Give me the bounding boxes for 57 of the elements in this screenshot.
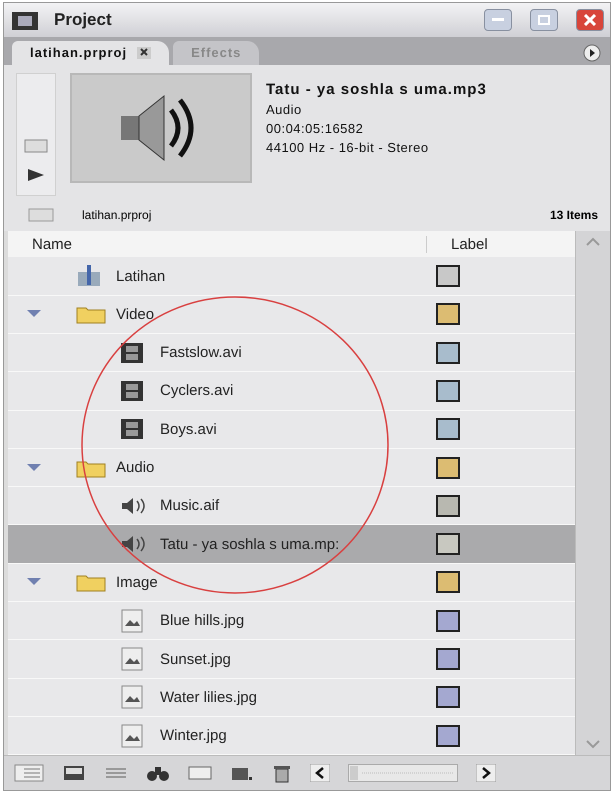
scroll-right-icon[interactable] bbox=[476, 764, 496, 782]
list-view-icon[interactable] bbox=[14, 763, 44, 784]
panel-menu-icon[interactable] bbox=[582, 42, 602, 63]
name-column-header[interactable]: Name bbox=[8, 236, 426, 253]
item-name: Latihan bbox=[116, 268, 166, 285]
project-item[interactable]: Water lilies.jpg bbox=[8, 678, 575, 717]
project-item[interactable]: Video bbox=[8, 296, 575, 334]
item-name: Boys.avi bbox=[160, 420, 217, 438]
clip-name: Tatu - ya soshla s uma.mp3 bbox=[266, 80, 487, 98]
project-item[interactable]: Tatu - ya soshla s uma.mp: bbox=[8, 525, 575, 564]
item-name: Winter.jpg bbox=[160, 727, 227, 744]
minimize-icon bbox=[492, 18, 504, 22]
speaker-icon bbox=[120, 496, 148, 515]
item-name: Fastslow.avi bbox=[160, 344, 242, 362]
expand-chevron-icon[interactable] bbox=[26, 309, 42, 320]
item-name: Audio bbox=[116, 459, 154, 476]
item-name: Sunset.jpg bbox=[160, 650, 231, 668]
film-icon bbox=[120, 380, 144, 402]
item-name: Cyclers.avi bbox=[160, 382, 234, 400]
project-item[interactable]: Boys.avi bbox=[8, 410, 575, 449]
bin-icon[interactable] bbox=[188, 765, 212, 782]
item-name: Image bbox=[116, 574, 158, 591]
horizontal-scrollbar-drawing[interactable] bbox=[348, 764, 458, 782]
scroll-left-icon[interactable] bbox=[310, 764, 330, 782]
clip-duration: 00:04:05:16582 bbox=[266, 120, 364, 136]
item-name: Tatu - ya soshla s uma.mp: bbox=[160, 536, 340, 553]
image-file-icon bbox=[120, 608, 144, 633]
expand-chevron-icon[interactable] bbox=[26, 577, 42, 588]
automate-icon[interactable] bbox=[104, 766, 128, 780]
close-icon[interactable] bbox=[137, 46, 152, 59]
film-icon bbox=[120, 418, 144, 440]
image-file-icon bbox=[120, 647, 144, 671]
image-file-icon bbox=[120, 685, 144, 710]
play-icon[interactable] bbox=[26, 166, 46, 183]
item-name: Blue hills.jpg bbox=[160, 612, 244, 630]
icon-view-icon[interactable] bbox=[62, 764, 86, 782]
project-name: latihan.prproj bbox=[82, 208, 152, 222]
item-name: Music.aif bbox=[160, 497, 220, 514]
close-button[interactable] bbox=[576, 8, 604, 31]
window-title: Project bbox=[54, 10, 113, 30]
close-icon bbox=[584, 14, 596, 26]
item-name: Video bbox=[116, 306, 154, 323]
binoculars-icon[interactable] bbox=[146, 764, 170, 782]
clip-format: 44100 Hz - 16-bit - Stereo bbox=[266, 140, 430, 155]
item-count: 13 Items bbox=[550, 208, 598, 222]
panel-tab[interactable]: latihan.prproj bbox=[12, 40, 170, 65]
expand-chevron-icon[interactable] bbox=[26, 462, 42, 473]
clip-type: Audio bbox=[266, 102, 303, 117]
image-file-icon bbox=[120, 724, 144, 748]
trash-icon[interactable] bbox=[272, 763, 292, 784]
film-icon bbox=[120, 342, 144, 364]
maximize-icon bbox=[538, 14, 550, 25]
label-column-header[interactable]: Label bbox=[426, 236, 488, 253]
item-name: Water lilies.jpg bbox=[160, 688, 257, 706]
maximize-button[interactable] bbox=[530, 8, 558, 31]
sequence-icon bbox=[76, 264, 102, 288]
minimize-button[interactable] bbox=[484, 8, 512, 31]
